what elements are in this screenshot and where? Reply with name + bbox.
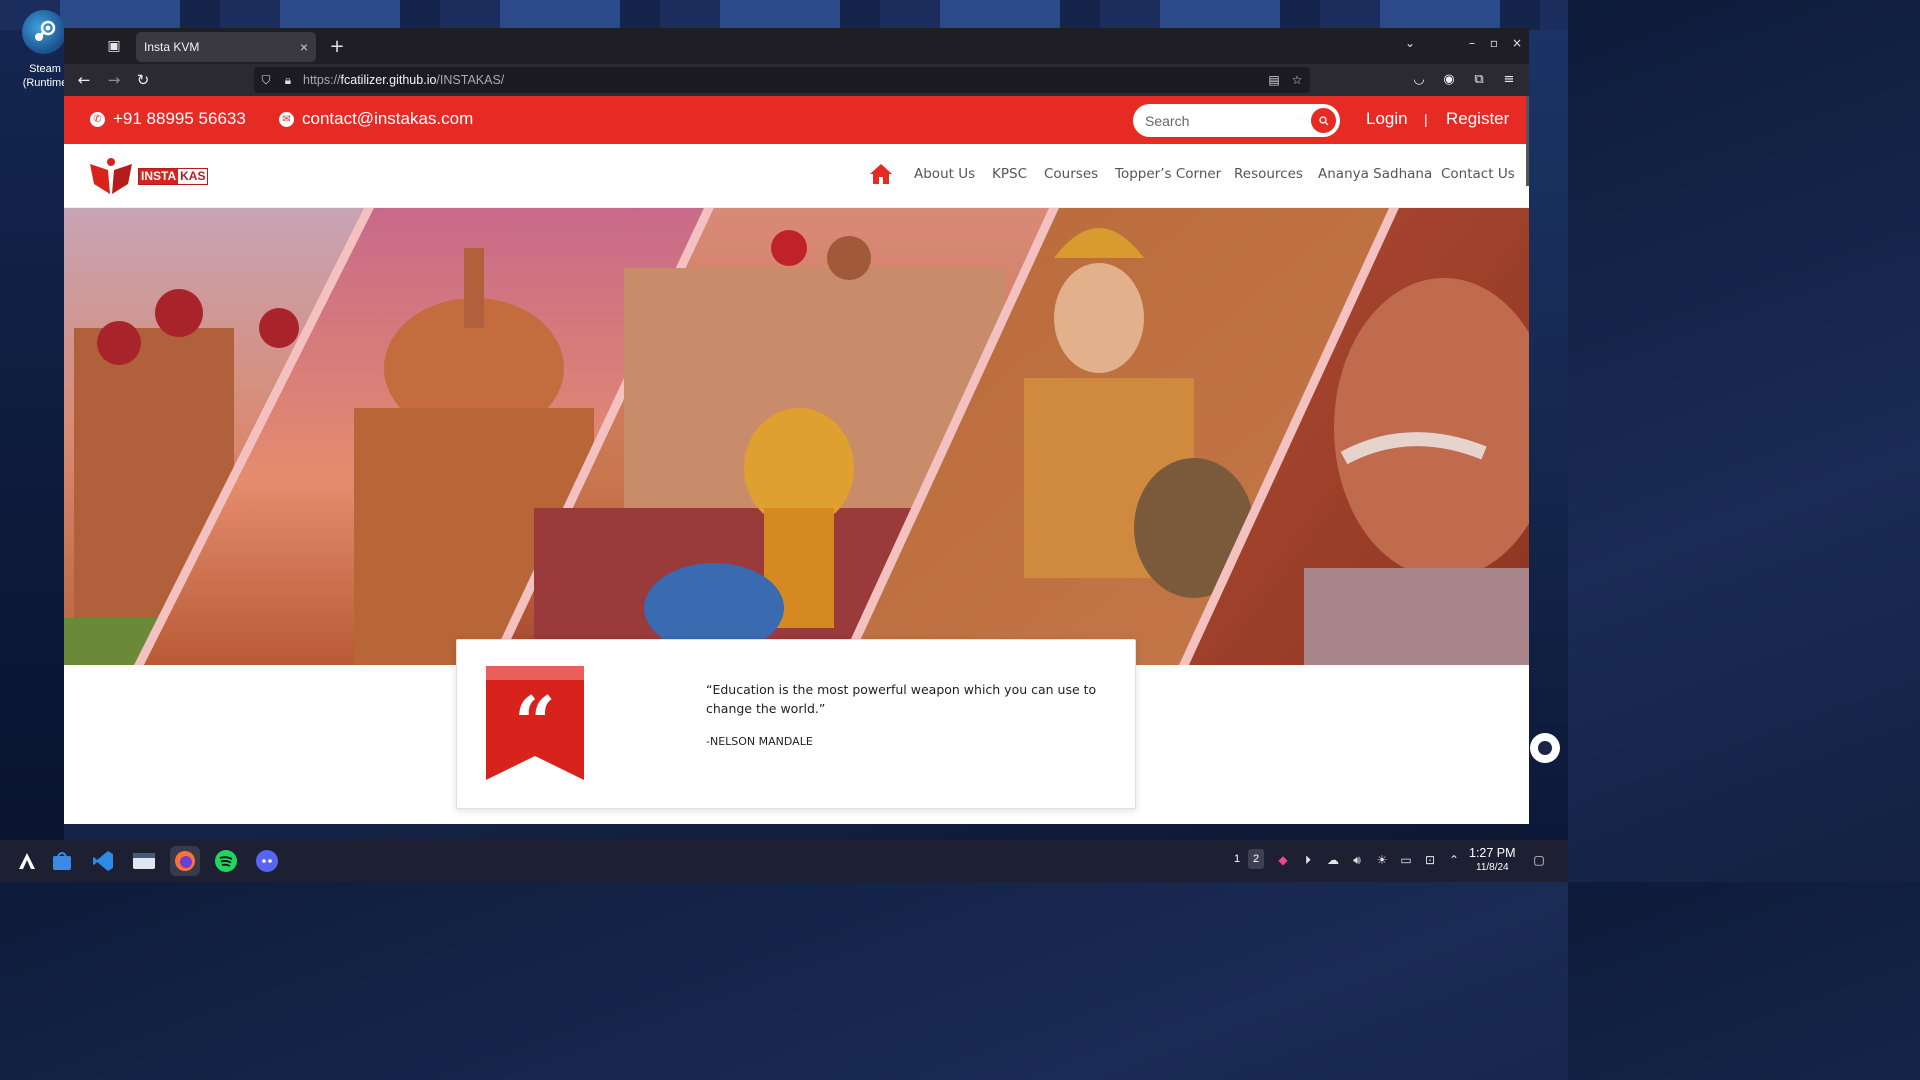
show-desktop-icon[interactable]: ▢ <box>1530 851 1548 869</box>
media-player-icon[interactable]: ⏵ <box>1299 851 1317 869</box>
nav-toppers-corner[interactable]: Topper’s Corner <box>1115 166 1221 182</box>
web-page: ✆ +91 88995 56633 ✉ contact@instakas.com… <box>64 96 1529 824</box>
search-input[interactable] <box>1145 112 1315 129</box>
quote-text: “Education is the most powerful weapon w… <box>706 682 1097 716</box>
email-address: contact@instakas.com <box>302 109 474 128</box>
desktop-wallpaper-right <box>1529 30 1568 840</box>
window-close-icon[interactable]: × <box>1509 36 1525 54</box>
contact-topbar: ✆ +91 88995 56633 ✉ contact@instakas.com… <box>64 96 1529 144</box>
browser-tab-active[interactable]: Insta KVM × <box>136 32 316 62</box>
url-host: fcatilizer.github.io <box>340 73 437 87</box>
url-protocol: https:// <box>303 73 341 87</box>
minimize-icon[interactable]: – <box>1464 36 1480 54</box>
register-link[interactable]: Register <box>1446 109 1509 129</box>
quote-author: -NELSON MANDALE <box>706 735 813 748</box>
login-link[interactable]: Login <box>1366 109 1408 129</box>
search-icon <box>1318 115 1328 125</box>
floating-widget-handle[interactable] <box>1530 733 1560 763</box>
svg-text:“: “ <box>514 680 555 765</box>
browser-window: ▣ Insta KVM × + ⌄ – ▫ × ← → ↻ ⛉ 🔒︎ https… <box>64 28 1529 824</box>
nav-contact-us[interactable]: Contact Us <box>1441 166 1515 182</box>
site-search <box>1133 104 1340 137</box>
auth-separator: | <box>1424 111 1428 127</box>
account-icon[interactable]: ◉ <box>1439 70 1459 90</box>
url-bar[interactable]: ⛉ 🔒︎ https://fcatilizer.github.io/INSTAK… <box>254 67 1310 93</box>
app-launcher-icon[interactable] <box>12 846 42 876</box>
quote-marks-icon: “ <box>486 666 584 780</box>
home-icon[interactable] <box>869 162 893 186</box>
firefox-icon[interactable] <box>170 846 200 876</box>
desktop-wallpaper-top <box>0 0 1568 30</box>
display-icon[interactable]: ▭ <box>1397 851 1415 869</box>
steam-icon <box>35 20 56 41</box>
browser-toolbar: ← → ↻ ⛉ 🔒︎ https://fcatilizer.github.io/… <box>64 64 1529 96</box>
brightness-icon[interactable]: ☀ <box>1373 851 1391 869</box>
phone-icon: ✆ <box>90 111 105 127</box>
volume-icon[interactable]: 🔊︎ <box>1348 851 1366 869</box>
desktop-wallpaper-left <box>0 30 64 840</box>
steam-desktop-icon[interactable] <box>22 10 66 54</box>
clock-time[interactable]: 1:27 PM <box>1469 846 1516 860</box>
extensions-icon[interactable]: ⧉ <box>1469 70 1489 90</box>
tab-overview-icon[interactable]: ▣ <box>104 36 124 56</box>
clock-date[interactable]: 11/8/24 <box>1476 862 1509 873</box>
email-contact[interactable]: ✉ contact@instakas.com <box>279 109 473 129</box>
search-button[interactable] <box>1309 106 1338 135</box>
menu-icon[interactable]: ≡ <box>1499 70 1519 90</box>
vscode-icon[interactable] <box>88 846 118 876</box>
logo-wordmark: INSTA KAS <box>138 168 209 185</box>
steam-desktop-label: Steam (Runtime <box>22 63 68 89</box>
app-store-icon[interactable] <box>47 846 77 876</box>
clipboard-icon[interactable]: ☁ <box>1324 851 1342 869</box>
main-navigation: INSTA KAS About Us KPSC Courses Topper’s … <box>64 144 1529 208</box>
nav-ananya-sadhana[interactable]: Ananya Sadhana <box>1318 166 1432 182</box>
phone-contact[interactable]: ✆ +91 88995 56633 <box>90 109 246 129</box>
file-manager-icon[interactable] <box>129 846 159 876</box>
url-text: https://fcatilizer.github.io/INSTAKAS/ <box>303 73 504 87</box>
shield-icon[interactable]: ⛉ <box>258 72 274 88</box>
lock-icon[interactable]: ⊡ <box>1421 851 1439 869</box>
tray-expand-icon[interactable]: ⌃ <box>1445 851 1463 869</box>
virtual-desktop-2[interactable]: 2 <box>1248 849 1264 869</box>
tray-app-icon[interactable]: ◆ <box>1274 851 1292 869</box>
nav-courses[interactable]: Courses <box>1044 166 1098 182</box>
nav-kpsc[interactable]: KPSC <box>992 166 1027 182</box>
tab-title: Insta KVM <box>144 40 200 54</box>
lock-icon[interactable]: 🔒︎ <box>280 72 296 88</box>
logo-text-kas: KAS <box>178 169 208 184</box>
reader-view-icon[interactable]: ▤ <box>1266 72 1282 88</box>
phone-number: +91 88995 56633 <box>113 109 246 128</box>
back-icon[interactable]: ← <box>73 70 95 90</box>
discord-icon[interactable] <box>252 846 282 876</box>
close-tab-icon[interactable]: × <box>300 39 308 55</box>
nav-about-us[interactable]: About Us <box>914 166 975 182</box>
tab-dropdown-icon[interactable]: ⌄ <box>1402 36 1418 54</box>
url-path: /INSTAKAS/ <box>436 73 505 87</box>
reload-icon[interactable]: ↻ <box>132 70 154 90</box>
browser-tab-bar: ▣ Insta KVM × + ⌄ – ▫ × <box>64 28 1529 64</box>
spotify-icon[interactable] <box>211 846 241 876</box>
new-tab-icon[interactable]: + <box>326 35 348 57</box>
logo-emblem-icon <box>90 158 132 194</box>
taskbar: 1 2 ◆ ⏵ ☁ 🔊︎ ☀ ▭ ⊡ ⌃ 1:27 PM 11/8/24 ▢ <box>0 840 1568 882</box>
hero-collage-image <box>64 208 1529 665</box>
virtual-desktop-1[interactable]: 1 <box>1229 849 1245 869</box>
maximize-icon[interactable]: ▫ <box>1486 36 1502 54</box>
pocket-icon[interactable]: ◡ <box>1409 70 1429 90</box>
forward-icon[interactable]: → <box>103 70 125 90</box>
logo-text-insta: INSTA <box>139 169 179 184</box>
bookmark-star-icon[interactable]: ☆ <box>1289 72 1305 88</box>
hero-banner <box>64 208 1529 665</box>
page-scrollbar[interactable] <box>1526 96 1529 186</box>
mail-icon: ✉ <box>279 111 294 127</box>
quote-card: “ “Education is the most powerful weapon… <box>456 639 1136 809</box>
site-logo[interactable]: INSTA KAS <box>86 156 209 196</box>
nav-resources[interactable]: Resources <box>1234 166 1303 182</box>
